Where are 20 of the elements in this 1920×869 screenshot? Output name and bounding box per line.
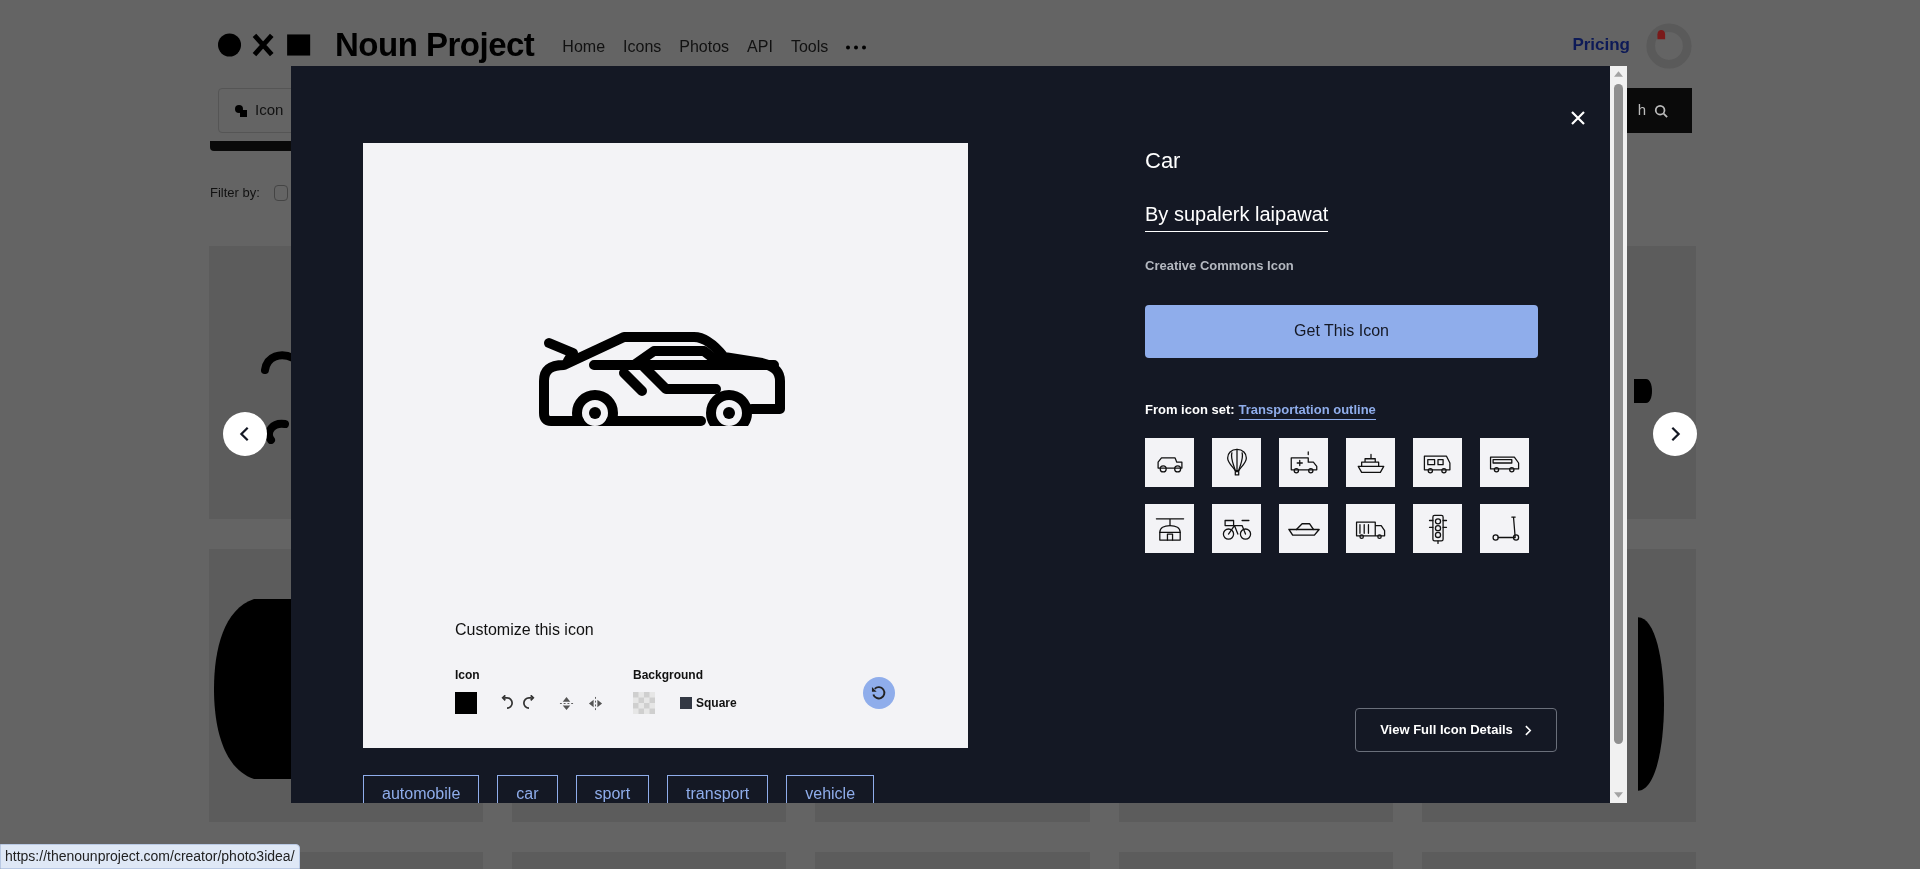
tag-link[interactable]: automobile <box>363 775 480 803</box>
customize-title: Customize this icon <box>455 620 595 640</box>
background-label: Background <box>633 667 704 684</box>
author-link[interactable]: By supalerk laipawat <box>1145 199 1329 232</box>
icon-set-label: From icon set: <box>1145 401 1235 419</box>
icon-label: Icon <box>455 667 481 684</box>
icon-title: Car <box>1145 147 1182 175</box>
tag-link[interactable]: sport <box>575 775 650 803</box>
view-details-button[interactable]: View Full Icon Details <box>1355 708 1557 752</box>
tag-link[interactable]: vehicle <box>786 775 875 803</box>
tag-link[interactable]: transport <box>667 775 769 803</box>
url-tooltip: https://thenounproject.com/creator/photo3idea/ <box>0 844 300 869</box>
square-shape-option[interactable]: Square <box>680 694 737 712</box>
license-label: Creative Commons Icon <box>1145 257 1295 275</box>
filter-label: Filter by: <box>210 184 260 202</box>
brand-name[interactable]: Noun Project <box>335 20 535 70</box>
tag-link[interactable]: car <box>497 775 558 803</box>
icon-set-link[interactable]: Transportation outline <box>1238 399 1376 420</box>
get-icon-button[interactable]: Get This Icon <box>1145 304 1538 358</box>
category-label: Icon <box>255 100 284 121</box>
